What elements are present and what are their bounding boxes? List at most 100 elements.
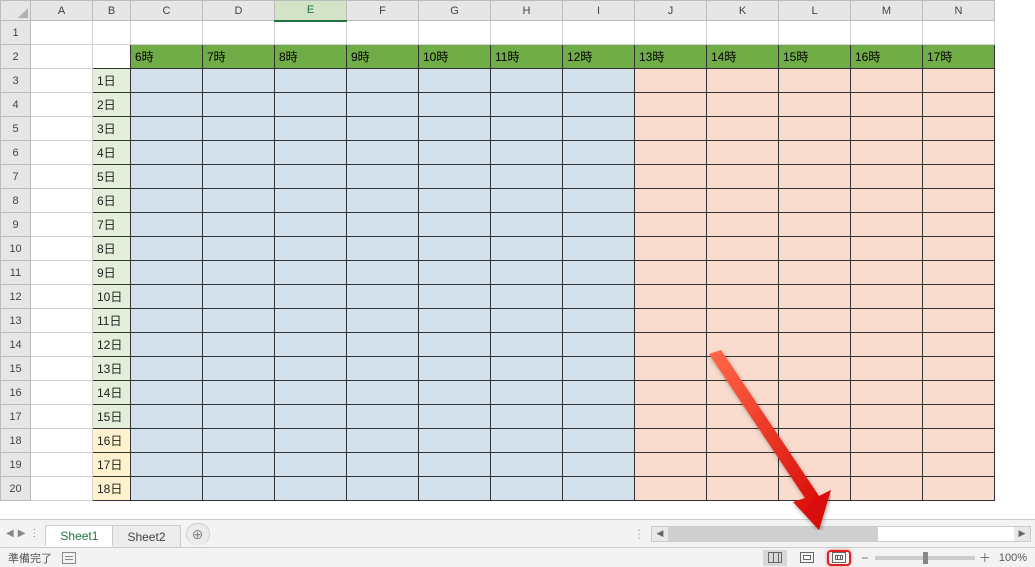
cell-D7[interactable]	[203, 165, 275, 189]
cell-E13[interactable]	[275, 309, 347, 333]
cell-E9[interactable]	[275, 213, 347, 237]
cell-F16[interactable]	[347, 381, 419, 405]
cell-J14[interactable]	[635, 333, 707, 357]
cell-L10[interactable]	[779, 237, 851, 261]
new-sheet-button[interactable]: ⊕	[186, 523, 210, 545]
horizontal-scrollbar[interactable]: ◀ ▶	[651, 526, 1031, 542]
cell-A5[interactable]	[31, 117, 93, 141]
cell-J11[interactable]	[635, 261, 707, 285]
cell-N4[interactable]	[923, 93, 995, 117]
tab-nav-first-icon[interactable]: ◀	[6, 528, 14, 539]
cell-A9[interactable]	[31, 213, 93, 237]
cell-M15[interactable]	[851, 357, 923, 381]
cell-C19[interactable]	[131, 453, 203, 477]
cell-D19[interactable]	[203, 453, 275, 477]
cell-E12[interactable]	[275, 285, 347, 309]
cell-K8[interactable]	[707, 189, 779, 213]
cell-A17[interactable]	[31, 405, 93, 429]
cell-G15[interactable]	[419, 357, 491, 381]
column-header-J[interactable]: J	[635, 1, 707, 21]
cell-A10[interactable]	[31, 237, 93, 261]
column-header-M[interactable]: M	[851, 1, 923, 21]
cell-L7[interactable]	[779, 165, 851, 189]
zoom-thumb[interactable]	[923, 552, 928, 564]
scroll-right-button[interactable]: ▶	[1014, 527, 1030, 541]
cell-B3[interactable]: 1日	[93, 69, 131, 93]
cell-C15[interactable]	[131, 357, 203, 381]
cell-D17[interactable]	[203, 405, 275, 429]
cell-A8[interactable]	[31, 189, 93, 213]
cell-L14[interactable]	[779, 333, 851, 357]
cell-A6[interactable]	[31, 141, 93, 165]
cell-I5[interactable]	[563, 117, 635, 141]
cell-F8[interactable]	[347, 189, 419, 213]
cell-M17[interactable]	[851, 405, 923, 429]
cell-F10[interactable]	[347, 237, 419, 261]
cell-H1[interactable]	[491, 21, 563, 45]
row-header-19[interactable]: 19	[1, 453, 31, 477]
scroll-left-button[interactable]: ◀	[652, 527, 668, 541]
cell-D20[interactable]	[203, 477, 275, 501]
row-header-8[interactable]: 8	[1, 189, 31, 213]
tab-nav-next-icon[interactable]: ▶	[18, 528, 26, 539]
cell-B17[interactable]: 15日	[93, 405, 131, 429]
column-header-N[interactable]: N	[923, 1, 995, 21]
cell-L17[interactable]	[779, 405, 851, 429]
cell-N16[interactable]	[923, 381, 995, 405]
cell-G7[interactable]	[419, 165, 491, 189]
cell-E6[interactable]	[275, 141, 347, 165]
cell-E10[interactable]	[275, 237, 347, 261]
row-header-7[interactable]: 7	[1, 165, 31, 189]
cell-N8[interactable]	[923, 189, 995, 213]
cell-E14[interactable]	[275, 333, 347, 357]
cell-G4[interactable]	[419, 93, 491, 117]
row-header-11[interactable]: 11	[1, 261, 31, 285]
cell-M16[interactable]	[851, 381, 923, 405]
cell-G1[interactable]	[419, 21, 491, 45]
view-normal-button[interactable]	[763, 550, 787, 566]
cell-G2[interactable]: 10時	[419, 45, 491, 69]
cell-D10[interactable]	[203, 237, 275, 261]
select-all-corner[interactable]	[1, 1, 31, 21]
cell-K13[interactable]	[707, 309, 779, 333]
zoom-in-button[interactable]: ＋	[979, 549, 991, 566]
cell-G20[interactable]	[419, 477, 491, 501]
cell-L18[interactable]	[779, 429, 851, 453]
cell-J18[interactable]	[635, 429, 707, 453]
cell-M10[interactable]	[851, 237, 923, 261]
row-header-20[interactable]: 20	[1, 477, 31, 501]
cell-E16[interactable]	[275, 381, 347, 405]
cell-G12[interactable]	[419, 285, 491, 309]
cell-H13[interactable]	[491, 309, 563, 333]
cell-I15[interactable]	[563, 357, 635, 381]
cell-B10[interactable]: 8日	[93, 237, 131, 261]
cell-H16[interactable]	[491, 381, 563, 405]
cell-H9[interactable]	[491, 213, 563, 237]
sheet-tab-sheet2[interactable]: Sheet2	[112, 525, 180, 547]
cell-I12[interactable]	[563, 285, 635, 309]
cell-B8[interactable]: 6日	[93, 189, 131, 213]
row-header-6[interactable]: 6	[1, 141, 31, 165]
cell-D4[interactable]	[203, 93, 275, 117]
cell-F17[interactable]	[347, 405, 419, 429]
cell-J1[interactable]	[635, 21, 707, 45]
cell-B12[interactable]: 10日	[93, 285, 131, 309]
cell-E1[interactable]	[275, 21, 347, 45]
cell-C9[interactable]	[131, 213, 203, 237]
cell-N7[interactable]	[923, 165, 995, 189]
cell-M7[interactable]	[851, 165, 923, 189]
cell-E15[interactable]	[275, 357, 347, 381]
cell-L8[interactable]	[779, 189, 851, 213]
row-header-10[interactable]: 10	[1, 237, 31, 261]
zoom-out-button[interactable]: −	[859, 551, 871, 565]
cell-H11[interactable]	[491, 261, 563, 285]
cell-M2[interactable]: 16時	[851, 45, 923, 69]
cell-D15[interactable]	[203, 357, 275, 381]
cell-K17[interactable]	[707, 405, 779, 429]
cell-N10[interactable]	[923, 237, 995, 261]
cell-G5[interactable]	[419, 117, 491, 141]
cell-K1[interactable]	[707, 21, 779, 45]
cell-B20[interactable]: 18日	[93, 477, 131, 501]
cell-M9[interactable]	[851, 213, 923, 237]
cell-M5[interactable]	[851, 117, 923, 141]
